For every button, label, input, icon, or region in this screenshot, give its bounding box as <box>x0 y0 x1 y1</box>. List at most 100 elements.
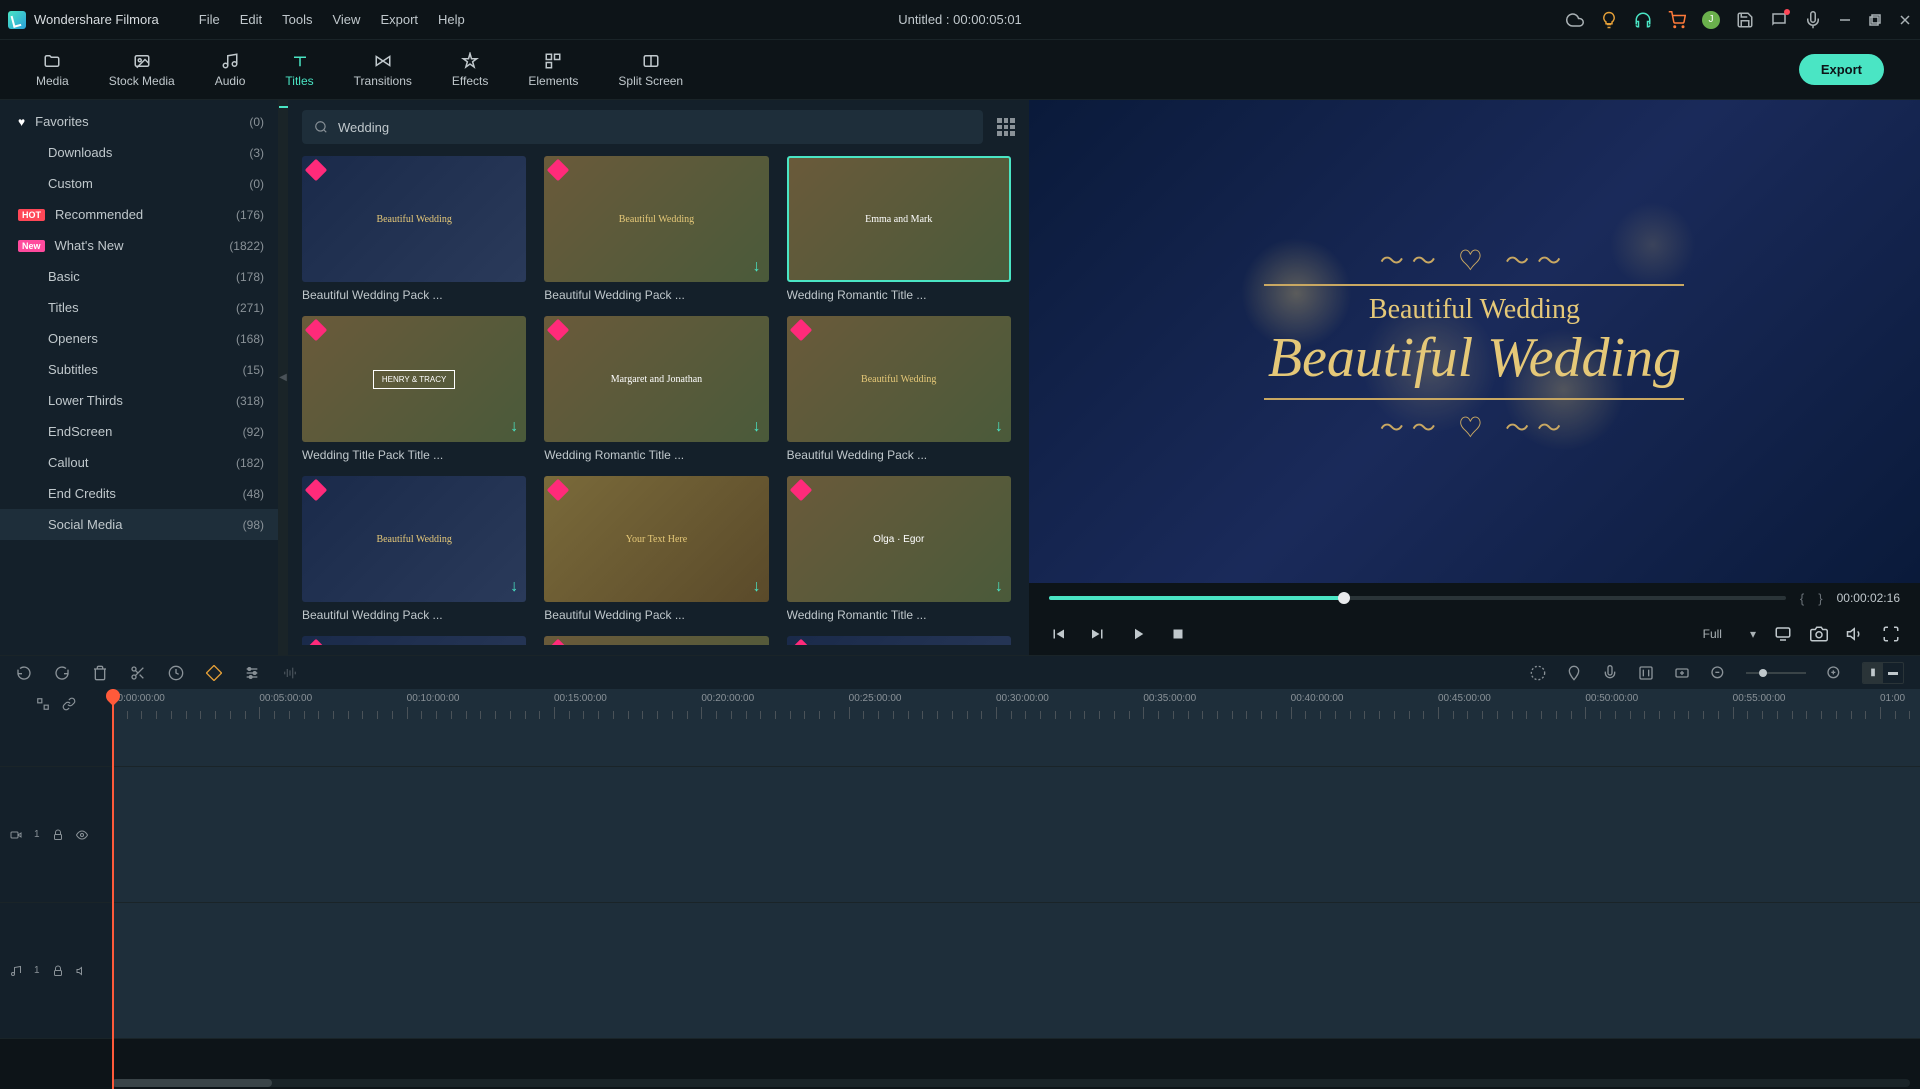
title-thumb[interactable]: Beautiful Wedding↓Beautiful Wedding Pack… <box>787 316 1011 462</box>
title-thumb[interactable]: Olga · Egor↓Wedding Romantic Title ... <box>787 476 1011 622</box>
speaker-icon[interactable] <box>76 965 88 977</box>
undo-icon[interactable] <box>16 665 32 681</box>
sidebar-item-endscreen[interactable]: EndScreen(92) <box>0 416 278 447</box>
eye-icon[interactable] <box>76 829 88 841</box>
sidebar-item-end-credits[interactable]: End Credits(48) <box>0 478 278 509</box>
tab-media[interactable]: Media <box>16 46 89 94</box>
render-icon[interactable] <box>1530 665 1546 681</box>
preview-canvas[interactable]: 〜〜 ♡ 〜〜 Beautiful Wedding Beautiful Wedd… <box>1029 100 1920 583</box>
download-icon[interactable]: ↓ <box>753 258 761 276</box>
sidebar-collapse-handle[interactable]: ◀ <box>278 100 288 655</box>
stop-button[interactable] <box>1169 625 1187 643</box>
quality-dropdown[interactable]: Full▾ <box>1703 627 1756 641</box>
sidebar-item-social-media[interactable]: Social Media(98) <box>0 509 278 540</box>
sidebar-item-recommended[interactable]: HOTRecommended(176) <box>0 199 278 230</box>
add-track-icon[interactable] <box>1674 665 1690 681</box>
lock-icon[interactable] <box>52 965 64 977</box>
tab-split-screen[interactable]: Split Screen <box>598 46 703 94</box>
cloud-icon[interactable] <box>1566 11 1584 29</box>
snapshot-icon[interactable] <box>1810 625 1828 643</box>
zoom-out-icon[interactable] <box>1710 665 1726 681</box>
volume-icon[interactable] <box>1846 625 1864 643</box>
track-lane[interactable] <box>112 719 1920 766</box>
playhead-line[interactable] <box>112 719 114 1089</box>
lock-icon[interactable] <box>52 829 64 841</box>
split-icon[interactable] <box>130 665 146 681</box>
tab-elements[interactable]: Elements <box>508 46 598 94</box>
search-input[interactable] <box>338 120 971 135</box>
export-button[interactable]: Export <box>1799 54 1884 85</box>
tab-stock-media[interactable]: Stock Media <box>89 46 195 94</box>
grid-view-icon[interactable] <box>997 118 1015 136</box>
tab-audio[interactable]: Audio <box>195 46 266 94</box>
audio-wave-icon[interactable] <box>282 665 298 681</box>
menu-edit[interactable]: Edit <box>240 12 262 27</box>
link-icon[interactable] <box>62 697 76 711</box>
title-thumb[interactable]: Emma and MarkWedding Romantic Title ... <box>787 156 1011 302</box>
video-track-header[interactable]: 1 <box>0 767 112 902</box>
scrubber-track[interactable] <box>1049 596 1786 600</box>
ruler-track[interactable]: 00:00:00:0000:05:00:0000:10:00:0000:15:0… <box>112 689 1920 719</box>
menu-tools[interactable]: Tools <box>282 12 312 27</box>
next-frame-button[interactable] <box>1089 625 1107 643</box>
mixer-icon[interactable] <box>1638 665 1654 681</box>
track-manager-icon[interactable] <box>36 697 50 711</box>
delete-icon[interactable] <box>92 665 108 681</box>
crop-icon[interactable] <box>206 665 222 681</box>
menu-file[interactable]: File <box>199 12 220 27</box>
user-avatar[interactable]: J <box>1702 11 1720 29</box>
sidebar-item-titles[interactable]: Titles(271) <box>0 292 278 323</box>
mode-b-icon[interactable]: ▬ <box>1883 663 1903 683</box>
title-thumb[interactable] <box>544 636 768 645</box>
title-thumb[interactable]: Beautiful WeddingBeautiful Wedding Pack … <box>302 156 526 302</box>
zoom-slider-thumb[interactable] <box>1759 669 1767 677</box>
audio-track-header[interactable]: 1 <box>0 903 112 1038</box>
record-mic-icon[interactable] <box>1602 665 1618 681</box>
menu-view[interactable]: View <box>332 12 360 27</box>
mic-icon[interactable] <box>1804 11 1822 29</box>
sidebar-item-favorites[interactable]: ♥Favorites(0) <box>0 106 278 137</box>
download-icon[interactable]: ↓ <box>510 418 518 436</box>
sidebar-item-basic[interactable]: Basic(178) <box>0 261 278 292</box>
search-box[interactable] <box>302 110 983 144</box>
zoom-slider[interactable] <box>1746 672 1806 674</box>
lightbulb-icon[interactable] <box>1600 11 1618 29</box>
tab-transitions[interactable]: Transitions <box>334 46 432 94</box>
menu-help[interactable]: Help <box>438 12 465 27</box>
mark-out-button[interactable]: } <box>1818 591 1822 606</box>
video-track-lane[interactable] <box>112 767 1920 902</box>
timeline-horizontal-scrollbar[interactable] <box>112 1079 1910 1087</box>
fullscreen-icon[interactable] <box>1882 625 1900 643</box>
title-thumb[interactable]: Beautiful Wedding↓Beautiful Wedding Pack… <box>302 476 526 622</box>
menu-export[interactable]: Export <box>380 12 418 27</box>
redo-icon[interactable] <box>54 665 70 681</box>
download-icon[interactable]: ↓ <box>995 418 1003 436</box>
cart-icon[interactable] <box>1668 11 1686 29</box>
scrollbar-thumb[interactable] <box>112 1079 272 1087</box>
timeline-ruler[interactable]: 00:00:00:0000:05:00:0000:10:00:0000:15:0… <box>0 689 1920 719</box>
sidebar-item-callout[interactable]: Callout(182) <box>0 447 278 478</box>
title-thumb[interactable] <box>787 636 1011 645</box>
zoom-in-icon[interactable] <box>1826 665 1842 681</box>
play-button[interactable] <box>1129 625 1147 643</box>
sidebar-item-openers[interactable]: Openers(168) <box>0 323 278 354</box>
mark-in-button[interactable]: { <box>1800 591 1804 606</box>
sidebar-item-subtitles[interactable]: Subtitles(15) <box>0 354 278 385</box>
speed-icon[interactable] <box>168 665 184 681</box>
tab-effects[interactable]: Effects <box>432 46 508 94</box>
download-icon[interactable]: ↓ <box>753 578 761 596</box>
adjust-icon[interactable] <box>244 665 260 681</box>
sidebar-item-custom[interactable]: Custom(0) <box>0 168 278 199</box>
download-icon[interactable]: ↓ <box>510 578 518 596</box>
download-icon[interactable]: ↓ <box>995 578 1003 596</box>
message-icon[interactable] <box>1770 11 1788 29</box>
maximize-icon[interactable] <box>1868 13 1882 27</box>
scrubber-thumb[interactable] <box>1338 592 1350 604</box>
title-thumb[interactable]: HENRY & TRACY↓Wedding Title Pack Title .… <box>302 316 526 462</box>
timeline-mode-toggle[interactable]: ▮▬ <box>1862 662 1904 684</box>
mode-a-icon[interactable]: ▮ <box>1863 663 1883 683</box>
prev-frame-button[interactable] <box>1049 625 1067 643</box>
sidebar-item-downloads[interactable]: Downloads(3) <box>0 137 278 168</box>
sidebar-item-lower-thirds[interactable]: Lower Thirds(318) <box>0 385 278 416</box>
tab-titles[interactable]: Titles <box>265 46 333 94</box>
